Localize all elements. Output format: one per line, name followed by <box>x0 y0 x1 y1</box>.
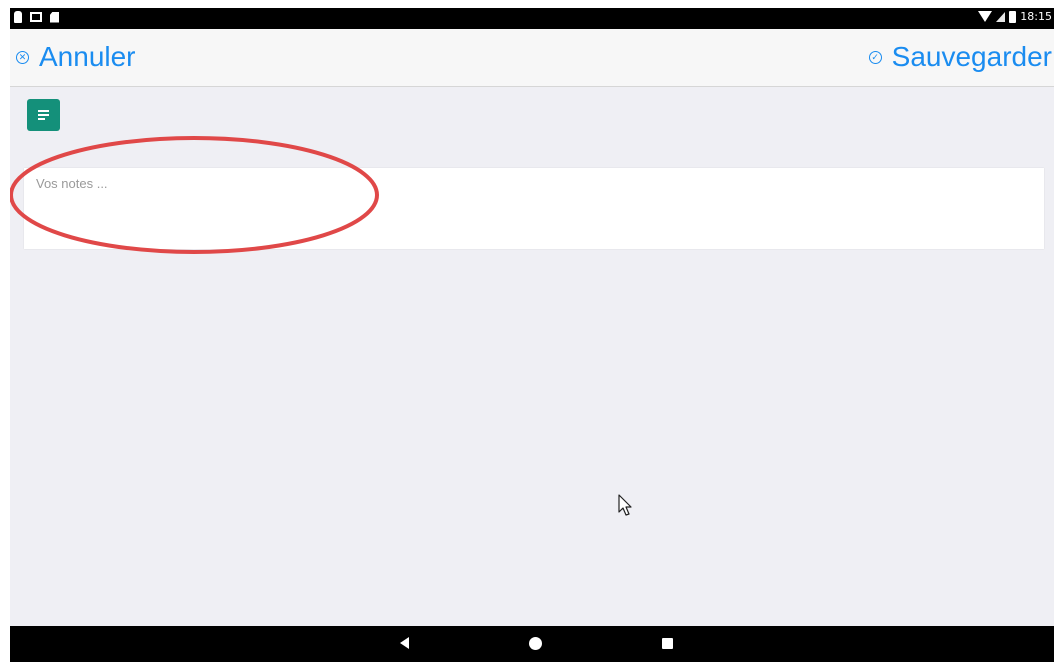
mail-icon <box>30 12 42 22</box>
notes-input[interactable] <box>24 168 1044 249</box>
home-icon[interactable] <box>529 637 542 650</box>
note-lines-icon[interactable] <box>27 99 60 131</box>
signal-icon <box>996 11 1006 22</box>
save-button[interactable]: ✓ Sauvegarder <box>868 39 1052 75</box>
mouse-cursor-icon <box>618 494 632 516</box>
recents-icon[interactable] <box>662 638 673 649</box>
check-circle-icon: ✓ <box>868 50 882 64</box>
status-notifications <box>14 11 59 23</box>
cancel-button-label: Annuler <box>39 41 136 72</box>
cancel-button[interactable]: ✕ Annuler <box>16 39 136 75</box>
wifi-icon <box>978 11 993 22</box>
screen: 18:15 ✕ Annuler ✓ Sauvegarder <box>0 0 1054 662</box>
back-icon[interactable] <box>400 637 409 649</box>
save-button-label: Sauvegarder <box>891 41 1052 72</box>
android-device-screen: 18:15 ✕ Annuler ✓ Sauvegarder <box>10 8 1054 662</box>
battery-icon <box>1009 10 1017 23</box>
sd-card-icon <box>50 11 59 23</box>
cancel-circle-icon: ✕ <box>16 50 29 64</box>
system-navigation-bar <box>10 626 1054 662</box>
status-system: 18:15 <box>978 10 1052 23</box>
nav-header: ✕ Annuler ✓ Sauvegarder <box>10 29 1054 87</box>
person-notification-icon <box>14 11 22 23</box>
status-bar: 18:15 <box>10 8 1054 29</box>
status-time: 18:15 <box>1020 10 1052 23</box>
